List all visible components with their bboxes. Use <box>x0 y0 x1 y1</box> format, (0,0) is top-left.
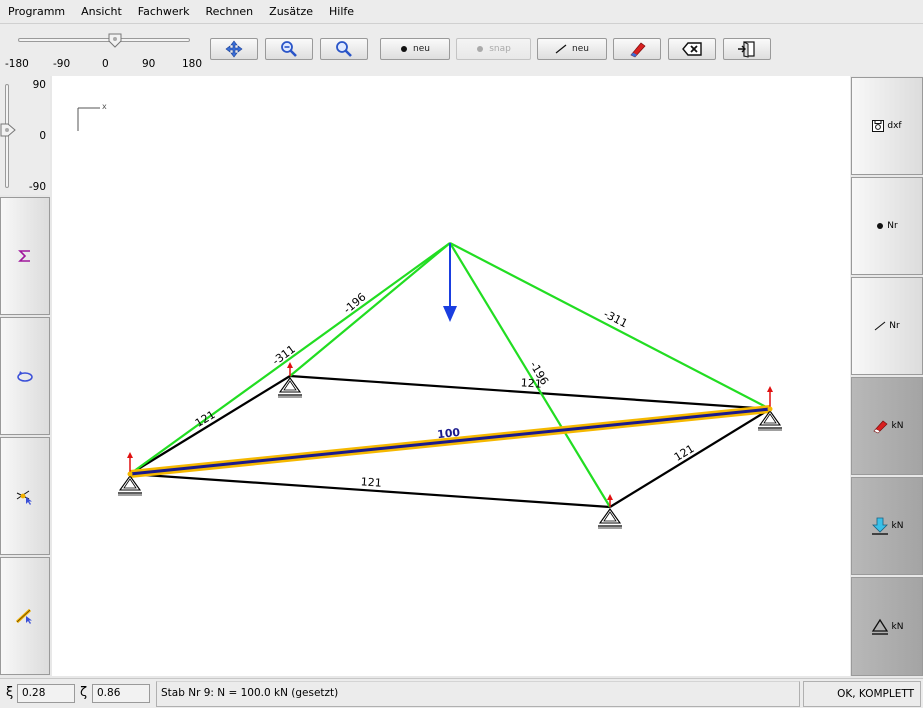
new-bar-button[interactable]: neu <box>537 38 607 60</box>
bar-force-label: 121 <box>520 376 542 390</box>
move-arrows-icon <box>225 40 243 58</box>
load-arrow <box>443 243 457 322</box>
bar-numbers-button[interactable]: Nr <box>851 277 923 375</box>
exit-button[interactable] <box>723 38 771 60</box>
tick-label: 0 <box>39 130 46 142</box>
menu-rechnen[interactable]: Rechnen <box>198 0 262 24</box>
snap-label: snap <box>489 44 511 54</box>
select-bar-icon <box>15 608 32 624</box>
new-bar-label: neu <box>572 44 589 54</box>
horizontal-slider-ticks: -180 -90 0 90 180 <box>0 58 205 72</box>
tick-label: 0 <box>102 58 109 70</box>
vertical-rotation-slider-area: 90 0 -90 <box>0 76 50 195</box>
select-bar-button[interactable] <box>0 557 50 675</box>
sigma-icon <box>18 250 30 262</box>
zoom-out-icon <box>281 41 297 57</box>
eraser-button[interactable] <box>613 38 661 60</box>
truss-bar-left-diag[interactable] <box>289 242 451 377</box>
menu-programm[interactable]: Programm <box>0 0 73 24</box>
load-down-icon <box>871 517 888 535</box>
zeta-field[interactable]: 0.86 <box>92 684 150 703</box>
zoom-out-button[interactable] <box>265 38 313 60</box>
slider-track <box>18 38 190 42</box>
node-dot-icon <box>877 223 884 229</box>
zoom-in-button[interactable] <box>320 38 368 60</box>
eraser-icon <box>872 420 888 434</box>
support-icon <box>598 508 622 529</box>
xi-field[interactable]: 0.28 <box>17 684 75 703</box>
sum-button[interactable] <box>0 197 50 315</box>
tick-label: 90 <box>32 79 46 91</box>
status-bar: ξ 0.28 ζ 0.86 Stab Nr 9: N = 100.0 kN (g… <box>0 678 923 708</box>
new-node-label: neu <box>413 44 430 54</box>
truss-bar-selected[interactable] <box>129 407 771 476</box>
axis-indicator: x <box>77 102 107 131</box>
tick-label: -90 <box>53 58 71 70</box>
support-kn-label: kN <box>891 621 904 632</box>
bar-line-icon <box>874 321 886 331</box>
status-message-box: Stab Nr 9: N = 100.0 kN (gesetzt) <box>156 681 800 707</box>
bar-force-label: -311 <box>602 307 630 330</box>
disk-icon <box>872 120 885 132</box>
menu-hilfe[interactable]: Hilfe <box>321 0 362 24</box>
rotate-icon <box>17 371 33 382</box>
select-node-button[interactable] <box>0 437 50 555</box>
tick-label: 90 <box>142 58 156 70</box>
selected-bar-force-label: 100 <box>437 426 462 441</box>
slider-thumb[interactable] <box>0 122 16 138</box>
select-node-icon <box>16 490 32 505</box>
status-state-box: OK, KOMPLETT <box>803 681 921 707</box>
menu-fachwerk[interactable]: Fachwerk <box>130 0 198 24</box>
truss-app-window: Programm Ansicht Fachwerk Rechnen Zusätz… <box>0 0 923 708</box>
tick-label: -180 <box>5 58 29 70</box>
truss-bar-center-diag[interactable] <box>449 242 611 508</box>
tick-label: 180 <box>182 58 203 70</box>
node-dot-icon <box>477 46 484 52</box>
bar-nr-label: Nr <box>889 321 900 331</box>
bar-forces-button[interactable]: kN <box>851 377 923 475</box>
support-icon <box>871 618 888 635</box>
toolbar: -180 -90 0 90 180 neu snap neu <box>0 24 923 76</box>
tick-label: -90 <box>28 181 46 193</box>
force-kn-label: kN <box>891 421 904 431</box>
zoom-icon <box>336 41 352 57</box>
delete-button[interactable] <box>668 38 716 60</box>
status-message: Stab Nr 9: N = 100.0 kN (gesetzt) <box>161 687 339 699</box>
zeta-symbol: ζ <box>80 685 88 700</box>
supports-button[interactable]: kN <box>851 577 923 676</box>
truss-canvas[interactable]: x -196 -311 -311 -196 121 121 121 121 10… <box>52 76 850 676</box>
load-kn-label: kN <box>891 521 904 531</box>
status-state: OK, KOMPLETT <box>837 688 914 700</box>
node-numbers-button[interactable]: Nr <box>851 177 923 275</box>
snap-node-button[interactable]: snap <box>456 38 531 60</box>
bar-line-icon <box>555 44 567 54</box>
truss-bar-right-up[interactable] <box>449 242 771 410</box>
axis-x-label: x <box>102 102 107 111</box>
pan-button[interactable] <box>210 38 258 60</box>
node-nr-label: Nr <box>887 221 898 231</box>
rotate-view-button[interactable] <box>0 317 50 435</box>
menu-ansicht[interactable]: Ansicht <box>73 0 130 24</box>
bar-force-label: 121 <box>360 475 382 489</box>
loads-button[interactable]: kN <box>851 477 923 575</box>
horizontal-rotation-slider[interactable] <box>18 33 190 48</box>
dxf-label: dxf <box>887 121 902 131</box>
door-exit-icon <box>738 41 755 58</box>
truss-drawing[interactable]: x -196 -311 -311 -196 121 121 121 121 10… <box>52 76 850 676</box>
backspace-icon <box>682 42 702 56</box>
xi-symbol: ξ <box>6 685 14 700</box>
eraser-icon <box>630 42 646 58</box>
slider-thumb[interactable] <box>107 32 123 48</box>
new-node-button[interactable]: neu <box>380 38 450 60</box>
menu-zusaetze[interactable]: Zusätze <box>261 0 321 24</box>
dxf-export-button[interactable]: dxf <box>851 77 923 175</box>
menu-bar: Programm Ansicht Fachwerk Rechnen Zusätz… <box>0 0 923 24</box>
node-dot-icon <box>401 46 408 52</box>
